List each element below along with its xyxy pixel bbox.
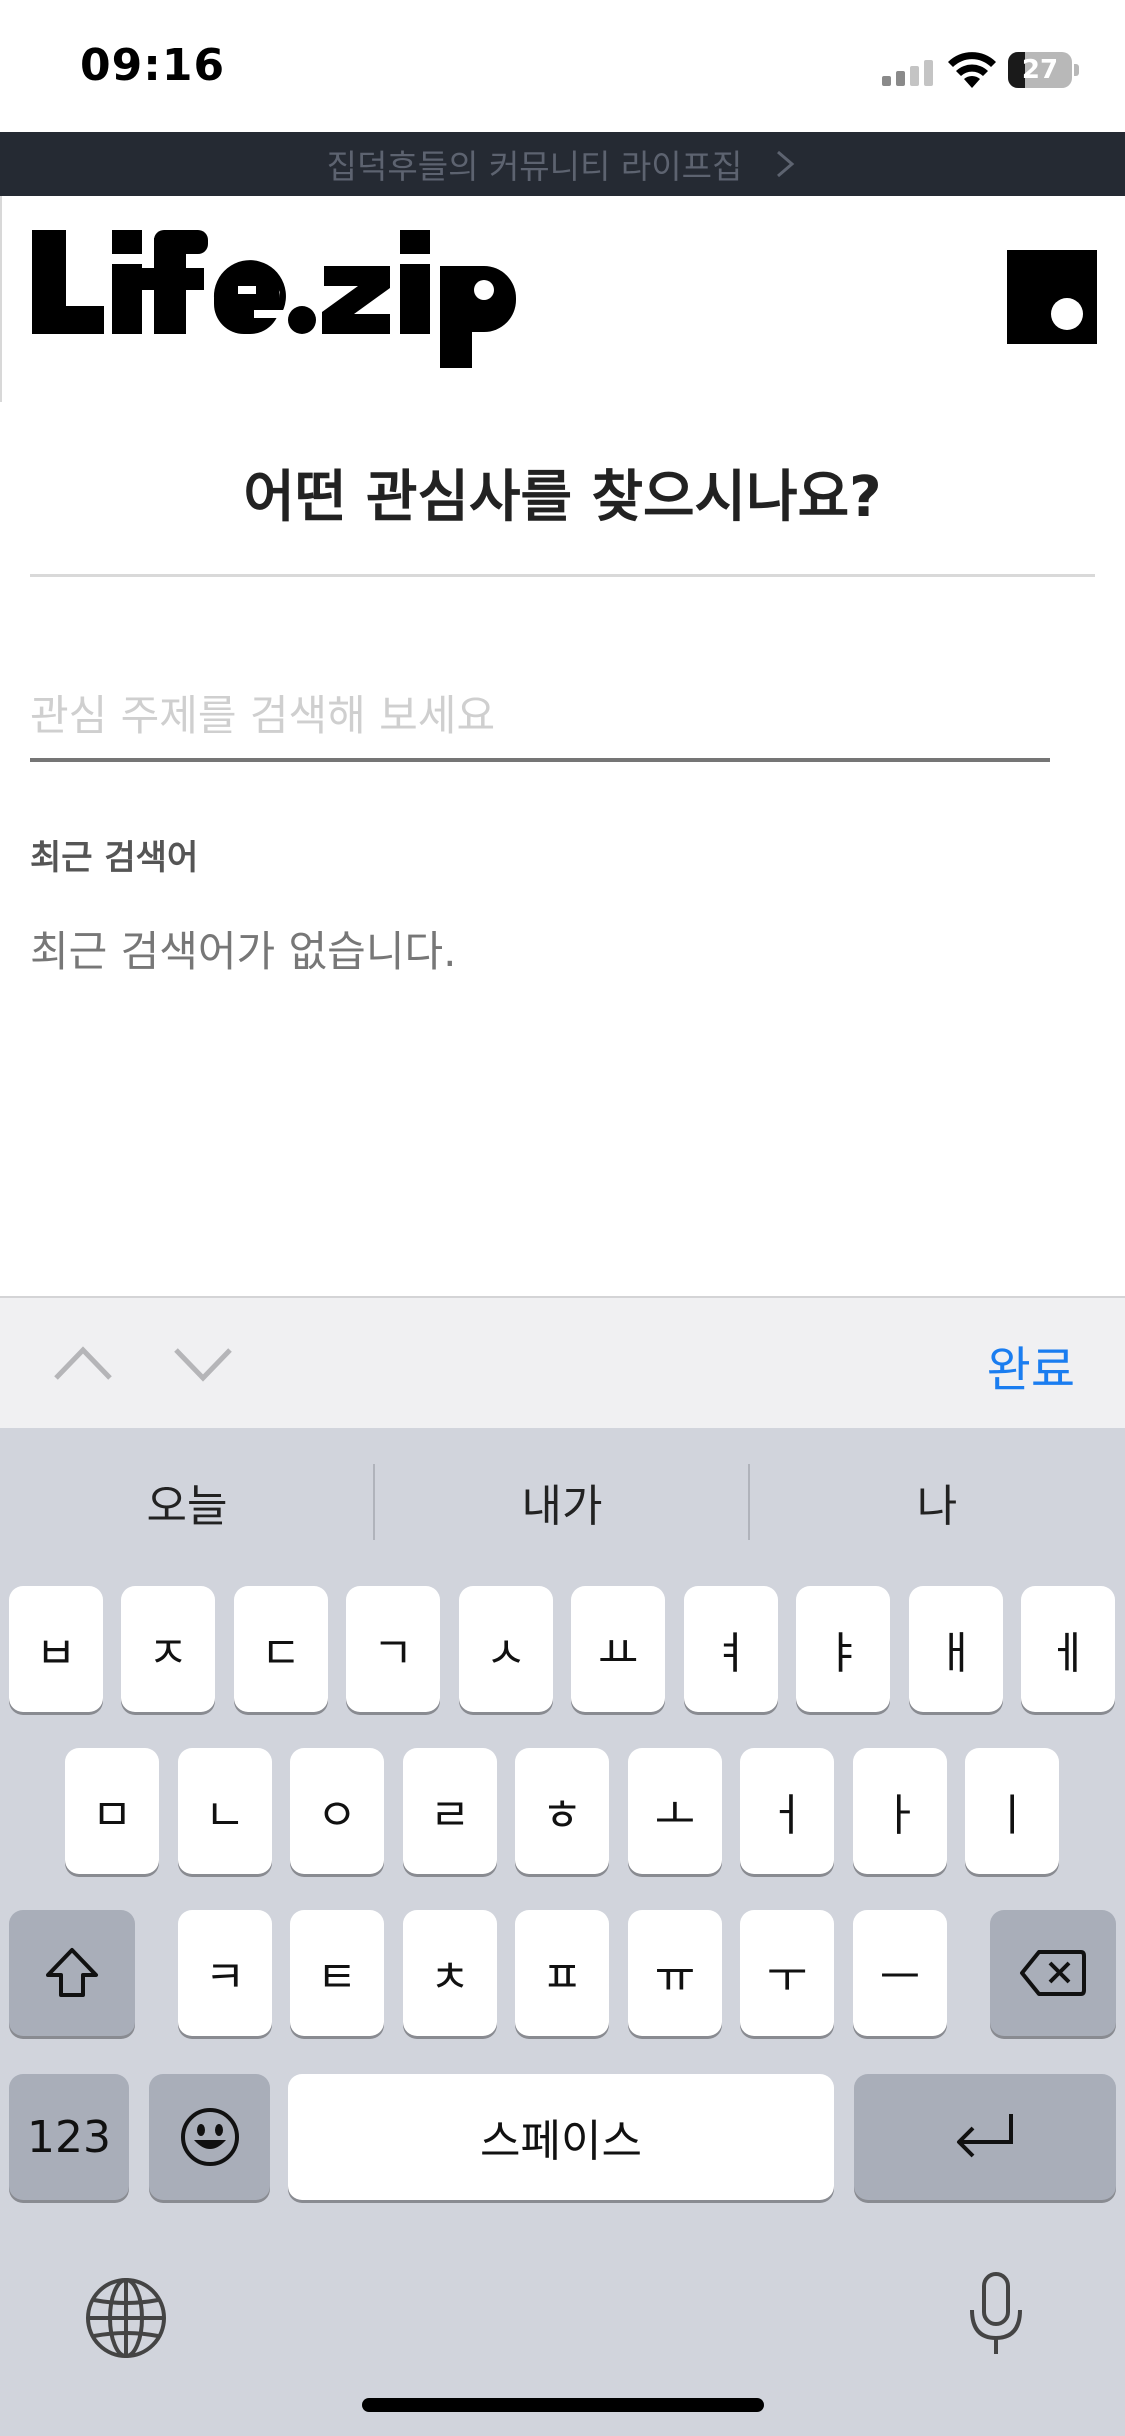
keyboard-accessory-bar: 완료: [0, 1296, 1125, 1428]
key-letter[interactable]: ㅜ: [740, 1910, 834, 2036]
key-letter[interactable]: ㅣ: [965, 1748, 1059, 1874]
battery-level: 27: [1021, 55, 1059, 85]
key-letter[interactable]: ㅔ: [1021, 1586, 1115, 1712]
shift-icon: [46, 1948, 98, 1997]
home-indicator: [362, 2398, 764, 2412]
delete-key[interactable]: [990, 1910, 1116, 2036]
recent-searches-label: 최근 검색어: [30, 838, 199, 878]
emoji-key[interactable]: [149, 2074, 270, 2200]
key-letter[interactable]: ㅡ: [853, 1910, 947, 2036]
emoji-icon: [180, 2108, 239, 2166]
key-letter[interactable]: ㅏ: [853, 1748, 947, 1874]
banner-text: 집덕후들의 커뮤니티 라이프집: [326, 147, 743, 186]
keyboard: 오늘 내가 나 ㅂ ㅈ ㄷ ㄱ ㅅ ㅛ ㅕ ㅑ ㅐ ㅔ ㅁ ㄴ ㅇ ㄹ ㅎ ㅗ …: [0, 1428, 1125, 2436]
status-time: 09:16: [80, 40, 226, 91]
key-letter[interactable]: ㅋ: [178, 1910, 272, 2036]
key-letter[interactable]: ㅇ: [290, 1748, 384, 1874]
search-input[interactable]: [30, 672, 1050, 762]
key-letter[interactable]: ㅁ: [65, 1748, 159, 1874]
life-zip-logo[interactable]: [32, 228, 522, 368]
status-bar: 09:16 27: [0, 0, 1125, 132]
suggestion-item[interactable]: 오늘: [0, 1428, 374, 1576]
recent-searches-empty: 최근 검색어가 없습니다.: [30, 927, 457, 976]
key-letter[interactable]: ㅊ: [403, 1910, 497, 2036]
key-letter[interactable]: ㄴ: [178, 1748, 272, 1874]
wifi-icon: [948, 52, 996, 88]
key-letter[interactable]: ㅈ: [121, 1586, 215, 1712]
suggestion-bar: 오늘 내가 나: [0, 1428, 1125, 1576]
key-letter[interactable]: ㅑ: [796, 1586, 890, 1712]
menu-button[interactable]: [1007, 250, 1097, 344]
key-letter[interactable]: ㅂ: [9, 1586, 103, 1712]
menu-dot-icon: [1051, 298, 1083, 330]
chevron-down-icon[interactable]: [172, 1338, 234, 1388]
key-letter[interactable]: ㄹ: [403, 1748, 497, 1874]
key-letter[interactable]: ㅠ: [628, 1910, 722, 2036]
page-title: 어떤 관심사를 찾으시나요?: [243, 465, 882, 530]
chevron-right-icon: [777, 150, 795, 178]
delete-icon: [1020, 1950, 1086, 1996]
space-key[interactable]: 스페이스: [288, 2074, 834, 2200]
chevron-up-icon[interactable]: [52, 1338, 114, 1388]
microphone-icon[interactable]: [966, 2270, 1026, 2360]
key-letter[interactable]: ㅓ: [740, 1748, 834, 1874]
key-letter[interactable]: ㅍ: [515, 1910, 609, 2036]
globe-icon[interactable]: [84, 2276, 168, 2360]
key-letter[interactable]: ㅐ: [909, 1586, 1003, 1712]
done-button[interactable]: 완료: [987, 1330, 1075, 1400]
key-letter[interactable]: ㅛ: [571, 1586, 665, 1712]
numbers-key[interactable]: 123: [9, 2074, 129, 2200]
suggestion-item[interactable]: 나: [750, 1428, 1124, 1576]
key-letter[interactable]: ㅗ: [628, 1748, 722, 1874]
site-header: [0, 196, 1125, 402]
key-letter[interactable]: ㅕ: [684, 1586, 778, 1712]
suggestion-item[interactable]: 내가: [375, 1428, 749, 1576]
key-letter[interactable]: ㅌ: [290, 1910, 384, 2036]
key-letter[interactable]: ㄷ: [234, 1586, 328, 1712]
return-icon: [957, 2114, 1013, 2158]
cellular-signal-icon: [882, 60, 934, 86]
shift-key[interactable]: [9, 1910, 135, 2036]
return-key[interactable]: [854, 2074, 1116, 2200]
key-letter[interactable]: ㄱ: [346, 1586, 440, 1712]
battery-icon: 27: [1008, 52, 1079, 88]
title-divider: [30, 574, 1095, 577]
key-letter[interactable]: ㅅ: [459, 1586, 553, 1712]
community-banner[interactable]: 집덕후들의 커뮤니티 라이프집: [0, 132, 1125, 196]
key-letter[interactable]: ㅎ: [515, 1748, 609, 1874]
